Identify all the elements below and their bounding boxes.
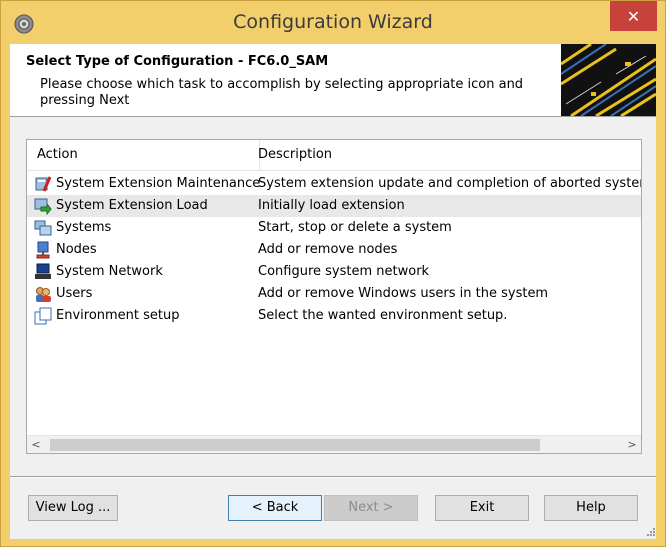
- action-label: System Network: [56, 264, 163, 279]
- list-item-system-extension-load[interactable]: System Extension Load Initially load ext…: [27, 195, 641, 217]
- list-item-environment-setup[interactable]: Environment setup Select the wanted envi…: [27, 305, 641, 327]
- horizontal-scrollbar[interactable]: < >: [27, 435, 641, 453]
- scroll-right-icon[interactable]: >: [623, 436, 641, 453]
- back-button[interactable]: < Back: [228, 495, 322, 521]
- page-description: Please choose which task to accomplish b…: [40, 77, 524, 108]
- title-bar[interactable]: Configuration Wizard ✕: [1, 1, 665, 45]
- description-label: Add or remove Windows users in the syste…: [258, 286, 549, 301]
- users-icon: [36, 287, 51, 302]
- help-button[interactable]: Help: [544, 495, 638, 521]
- action-label: Users: [56, 286, 93, 301]
- list-item-system-network[interactable]: System Network Configure system network: [27, 261, 641, 283]
- wizard-client-area: Select Type of Configuration - FC6.0_SAM…: [10, 44, 656, 539]
- systems-icon: [34, 220, 52, 236]
- maintenance-icon: [35, 176, 52, 192]
- description-label: System extension update and completion o…: [258, 176, 642, 191]
- scrollbar-thumb[interactable]: [50, 439, 540, 451]
- view-log-button[interactable]: View Log ...: [28, 495, 118, 521]
- configuration-wizard-window: Configuration Wizard ✕ Select Type of Co…: [0, 0, 666, 547]
- list-item-users[interactable]: Users Add or remove Windows users in the…: [27, 283, 641, 305]
- action-label: System Extension Load: [56, 198, 208, 213]
- list-rows: System Extension Maintenance System exte…: [27, 173, 641, 327]
- resize-grip-icon[interactable]: [646, 527, 656, 537]
- action-label: Systems: [56, 220, 112, 235]
- column-header-description[interactable]: Description: [251, 140, 332, 170]
- network-icon: [35, 263, 51, 279]
- close-icon: ✕: [626, 6, 641, 26]
- circuit-banner-icon: [561, 44, 656, 116]
- description-label: Initially load extension: [258, 198, 405, 213]
- window-title: Configuration Wizard: [233, 11, 433, 33]
- wizard-header: Select Type of Configuration - FC6.0_SAM…: [10, 44, 656, 117]
- description-label: Add or remove nodes: [258, 242, 398, 257]
- environment-icon: [34, 307, 52, 325]
- footer-divider-highlight: [10, 477, 656, 478]
- exit-button[interactable]: Exit: [435, 495, 529, 521]
- action-label: Environment setup: [56, 308, 180, 323]
- list-item-nodes[interactable]: Nodes Add or remove nodes: [27, 239, 641, 261]
- description-label: Configure system network: [258, 264, 430, 279]
- action-label: System Extension Maintenance: [56, 176, 261, 191]
- list-item-system-extension-maintenance[interactable]: System Extension Maintenance System exte…: [27, 173, 641, 195]
- list-header: Action Description: [27, 140, 641, 171]
- scroll-left-icon[interactable]: <: [27, 436, 45, 453]
- next-button[interactable]: Next >: [324, 495, 418, 521]
- column-header-action[interactable]: Action: [27, 140, 260, 170]
- page-title: Select Type of Configuration - FC6.0_SAM: [26, 54, 329, 69]
- description-label: Select the wanted environment setup.: [258, 308, 508, 323]
- load-extension-icon: [34, 198, 52, 215]
- nodes-icon: [36, 241, 50, 259]
- description-label: Start, stop or delete a system: [258, 220, 452, 235]
- close-button[interactable]: ✕: [610, 1, 657, 31]
- action-list[interactable]: Action Description System Extension Main…: [26, 139, 642, 454]
- list-item-systems[interactable]: Systems Start, stop or delete a system: [27, 217, 641, 239]
- action-label: Nodes: [56, 242, 97, 257]
